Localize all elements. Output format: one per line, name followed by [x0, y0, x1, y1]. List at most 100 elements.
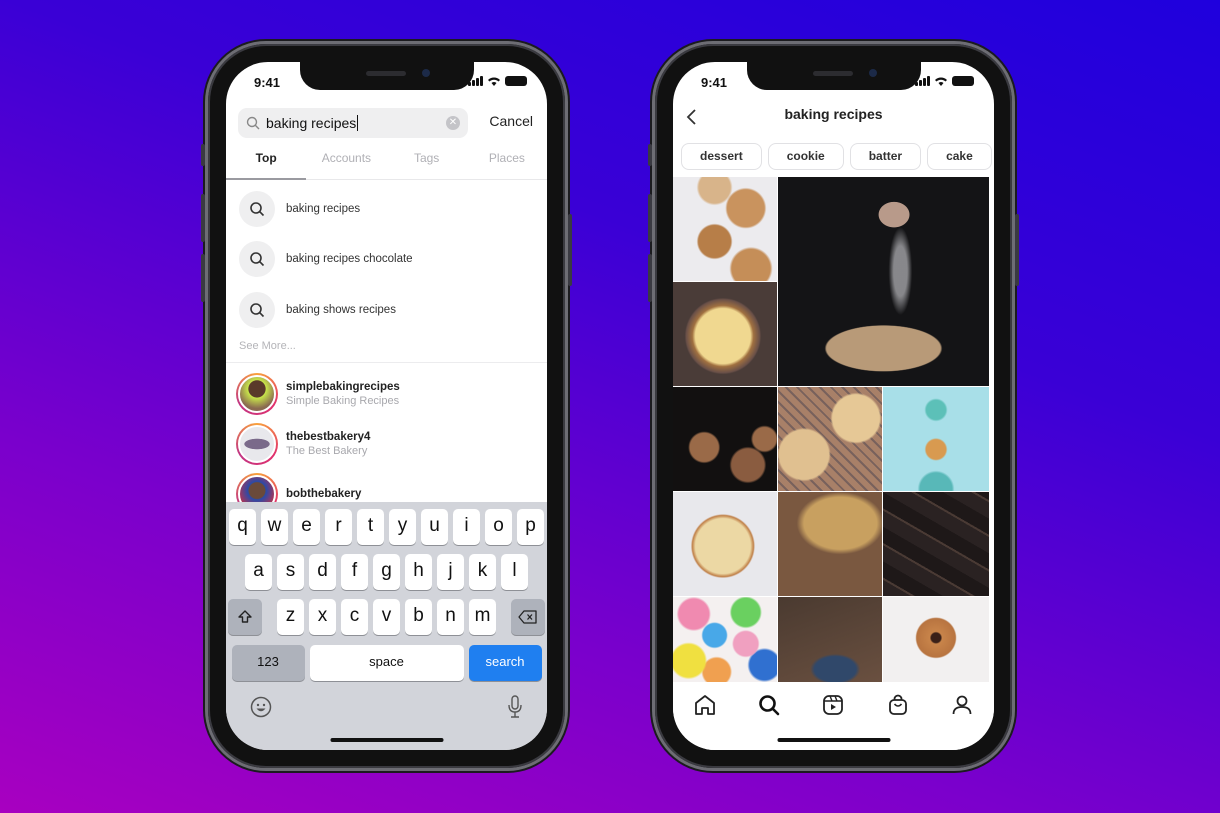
search-icon — [250, 303, 265, 318]
key-n[interactable]: n — [437, 599, 464, 635]
search-icon — [250, 252, 265, 267]
key-u[interactable]: u — [421, 509, 448, 545]
grid-tile[interactable] — [778, 492, 882, 596]
volume-up-button — [201, 194, 205, 242]
microphone-icon[interactable] — [507, 695, 523, 719]
shop-icon[interactable] — [886, 693, 910, 717]
emoji-icon[interactable] — [250, 696, 272, 718]
key-c[interactable]: c — [341, 599, 368, 635]
key-b[interactable]: b — [405, 599, 432, 635]
clear-search-button[interactable]: ✕ — [446, 116, 460, 130]
chip-cookie[interactable]: cookie — [767, 143, 844, 170]
tab-places[interactable]: Places — [467, 144, 547, 179]
account-name: The Best Bakery — [286, 445, 368, 457]
search-key[interactable]: search — [468, 645, 542, 681]
shift-key[interactable] — [228, 599, 262, 635]
reels-icon[interactable] — [821, 693, 845, 717]
status-time: 9:41 — [701, 75, 728, 90]
mute-switch — [648, 144, 652, 166]
tab-accounts[interactable]: Accounts — [306, 144, 386, 179]
key-x[interactable]: x — [309, 599, 336, 635]
key-j[interactable]: j — [437, 554, 464, 590]
space-key[interactable]: space — [309, 645, 464, 681]
grid-tile[interactable] — [778, 387, 882, 491]
left-phone: 9:41 baking recipes ✕ Cancel Top Account… — [201, 44, 572, 768]
key-y[interactable]: y — [389, 509, 416, 545]
grid-tile[interactable] — [673, 177, 777, 281]
key-e[interactable]: e — [293, 509, 320, 545]
grid-tile[interactable] — [778, 177, 989, 386]
key-s[interactable]: s — [277, 554, 304, 590]
key-f[interactable]: f — [341, 554, 368, 590]
account-item[interactable]: thebestbakery4 The Best Bakery — [236, 422, 547, 466]
key-a[interactable]: a — [245, 554, 272, 590]
suggestion-item[interactable]: baking shows recipes — [239, 291, 547, 329]
notch — [746, 62, 921, 90]
key-q[interactable]: q — [229, 509, 256, 545]
grid-tile[interactable] — [883, 597, 989, 682]
chip-cake[interactable]: cake — [927, 143, 992, 170]
search-input[interactable]: baking recipes ✕ — [238, 108, 468, 138]
mute-switch — [201, 144, 205, 166]
key-m[interactable]: m — [469, 599, 496, 635]
key-p[interactable]: p — [517, 509, 544, 545]
grid-tile[interactable] — [883, 492, 989, 596]
topic-chips: dessert cookie batter cake — [681, 143, 994, 170]
suggestion-item[interactable]: baking recipes chocolate — [239, 240, 547, 278]
wifi-icon — [488, 77, 500, 86]
status-time: 9:41 — [254, 75, 281, 90]
volume-down-button — [648, 254, 652, 302]
see-more-link[interactable]: See More... — [239, 340, 296, 352]
cancel-button[interactable]: Cancel — [489, 113, 533, 129]
search-tabs: Top Accounts Tags Places — [226, 144, 547, 180]
backspace-icon — [518, 610, 537, 624]
home-icon[interactable] — [693, 693, 717, 717]
search-query: baking recipes — [266, 115, 357, 131]
chip-dessert[interactable]: dessert — [681, 143, 762, 170]
search-icon — [246, 116, 260, 130]
grid-tile[interactable] — [673, 597, 777, 682]
backspace-key[interactable] — [511, 599, 545, 635]
grid-tile[interactable] — [673, 492, 777, 596]
profile-icon[interactable] — [950, 693, 974, 717]
account-name: Simple Baking Recipes — [286, 395, 400, 407]
home-indicator — [330, 738, 443, 742]
bottom-nav — [673, 683, 994, 750]
avatar — [238, 375, 276, 413]
chip-batter[interactable]: batter — [849, 143, 922, 170]
key-d[interactable]: d — [309, 554, 336, 590]
key-l[interactable]: l — [501, 554, 528, 590]
key-o[interactable]: o — [485, 509, 512, 545]
key-g[interactable]: g — [373, 554, 400, 590]
results-screen: 9:41 baking recipes dessert cookie batte… — [673, 62, 994, 750]
account-username: bobthebakery — [286, 488, 362, 500]
account-item[interactable]: simplebakingrecipes Simple Baking Recipe… — [236, 372, 547, 416]
key-r[interactable]: r — [325, 509, 352, 545]
key-i[interactable]: i — [453, 509, 480, 545]
key-t[interactable]: t — [357, 509, 384, 545]
grid-tile[interactable] — [778, 597, 882, 682]
tab-top[interactable]: Top — [226, 144, 307, 180]
grid-tile[interactable] — [883, 387, 989, 491]
page-title: baking recipes — [784, 106, 883, 122]
numbers-key[interactable]: 123 — [231, 645, 305, 681]
text-cursor — [357, 115, 359, 131]
keyboard-row-1: q w e r t y u i o p — [226, 509, 547, 545]
grid-tile[interactable] — [673, 282, 777, 386]
key-z[interactable]: z — [277, 599, 304, 635]
key-v[interactable]: v — [373, 599, 400, 635]
back-chevron-icon[interactable] — [685, 108, 697, 126]
tab-tags[interactable]: Tags — [387, 144, 467, 179]
key-h[interactable]: h — [405, 554, 432, 590]
suggestion-item[interactable]: baking recipes — [239, 190, 547, 228]
key-w[interactable]: w — [261, 509, 288, 545]
results-header: baking recipes — [673, 106, 994, 134]
notch — [299, 62, 474, 90]
power-button — [1015, 214, 1019, 286]
account-username: thebestbakery4 — [286, 431, 371, 443]
grid-tile[interactable] — [673, 387, 777, 491]
key-k[interactable]: k — [469, 554, 496, 590]
search-icon[interactable] — [757, 693, 781, 717]
keyboard-row-3: z x c v b n m — [226, 599, 547, 635]
results-grid — [673, 177, 994, 682]
